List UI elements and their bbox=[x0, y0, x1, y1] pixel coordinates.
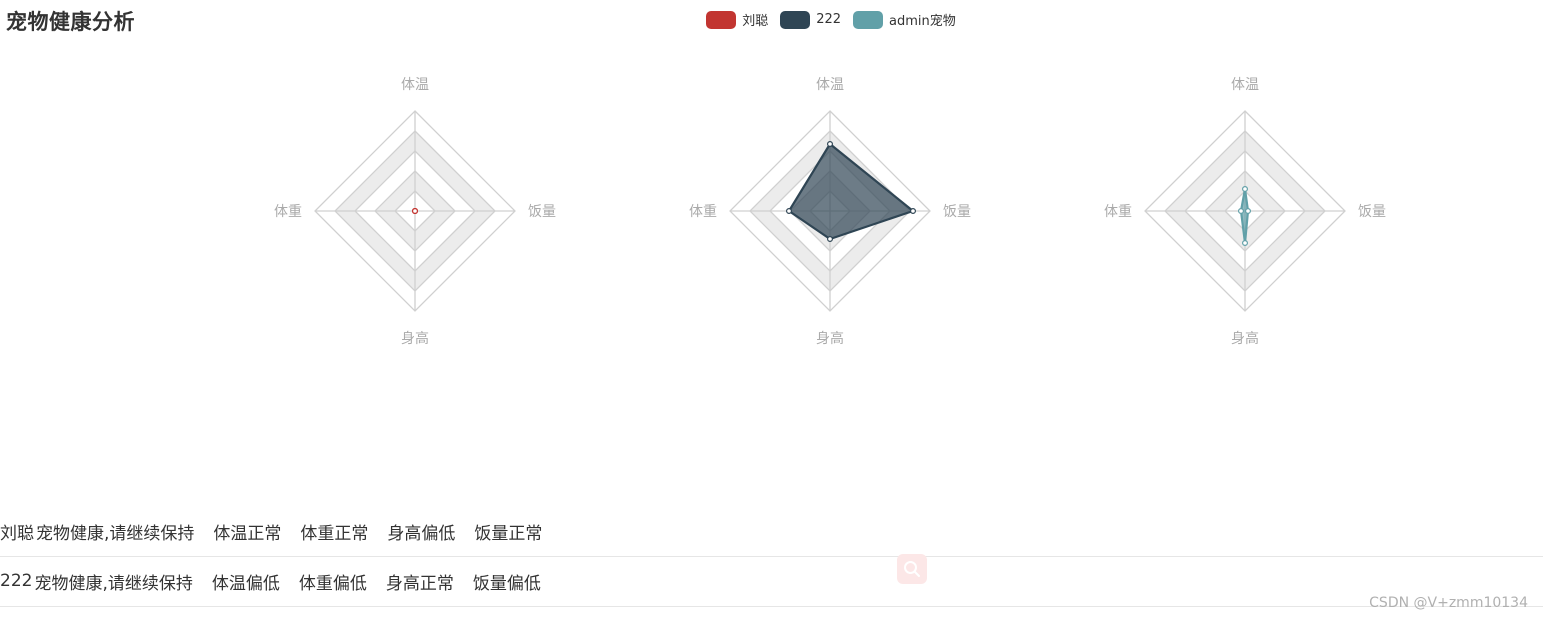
report-item: 饭量偏低 bbox=[472, 573, 541, 594]
radar-indicator-label: 饭量 bbox=[1358, 204, 1386, 220]
report-row: 刘聪 宠物健康,请继续保持 体温正常 体重正常 身高偏低 饭量正常 bbox=[0, 506, 1543, 557]
radar-indicator-label: 饭量 bbox=[943, 204, 971, 220]
report-item: 身高偏低 bbox=[387, 523, 456, 544]
report-item: 体温偏低 bbox=[211, 573, 280, 594]
radar-data-point[interactable] bbox=[1237, 208, 1244, 215]
radar-data-point[interactable] bbox=[1241, 240, 1248, 247]
radar-indicator-label: 体温 bbox=[816, 77, 844, 93]
radar-chart-0: 体温饭量身高 体重 bbox=[274, 77, 556, 347]
report-summary: 宠物健康,请继续保持 bbox=[34, 573, 193, 594]
radar-data-point[interactable] bbox=[1241, 186, 1248, 193]
radar-data-point[interactable] bbox=[1244, 208, 1251, 215]
radar-indicator-label: 身高 bbox=[1231, 330, 1259, 347]
report-item: 身高正常 bbox=[385, 573, 454, 594]
radar-indicator-label: 身高 bbox=[816, 330, 844, 347]
radar-indicator-label: 体重 bbox=[1104, 204, 1132, 220]
report-item: 体温正常 bbox=[213, 523, 282, 544]
radar-data-point[interactable] bbox=[909, 208, 916, 215]
search-icon bbox=[904, 561, 920, 577]
report-summary: 宠物健康,请继续保持 bbox=[36, 523, 195, 544]
report-row: 222 宠物健康,请继续保持 体温偏低 体重偏低 身高正常 饭量偏低 bbox=[0, 556, 1543, 607]
radar-data-point[interactable] bbox=[826, 236, 833, 243]
watermark: CSDN @V+zmm10134 bbox=[1369, 595, 1528, 611]
radar-charts: 体温饭量身高 体重 体温饭量身高 体重 体温饭量身高 体重 bbox=[274, 77, 1386, 347]
report-pet-name: 222 bbox=[0, 571, 33, 591]
radar-data-point[interactable] bbox=[826, 141, 833, 148]
report-pet-name: 刘聪 bbox=[0, 523, 34, 544]
report-item: 饭量正常 bbox=[474, 523, 543, 544]
report-item: 体重正常 bbox=[300, 523, 369, 544]
radar-data-point[interactable] bbox=[785, 208, 792, 215]
radar-indicator-label: 体重 bbox=[689, 204, 717, 220]
radar-indicator-label: 体重 bbox=[274, 204, 302, 220]
radar-indicator-label: 体温 bbox=[401, 77, 429, 93]
radar-indicator-label: 身高 bbox=[401, 330, 429, 347]
search-button[interactable] bbox=[897, 554, 927, 584]
radar-indicator-label: 体温 bbox=[1231, 77, 1259, 93]
radar-chart-2: 体温饭量身高 体重 bbox=[1104, 77, 1386, 347]
radar-indicator-label: 饭量 bbox=[528, 204, 556, 220]
report-item: 体重偏低 bbox=[298, 573, 367, 594]
radar-chart-1: 体温饭量身高 体重 bbox=[689, 77, 971, 347]
radar-data-point[interactable] bbox=[412, 208, 419, 215]
